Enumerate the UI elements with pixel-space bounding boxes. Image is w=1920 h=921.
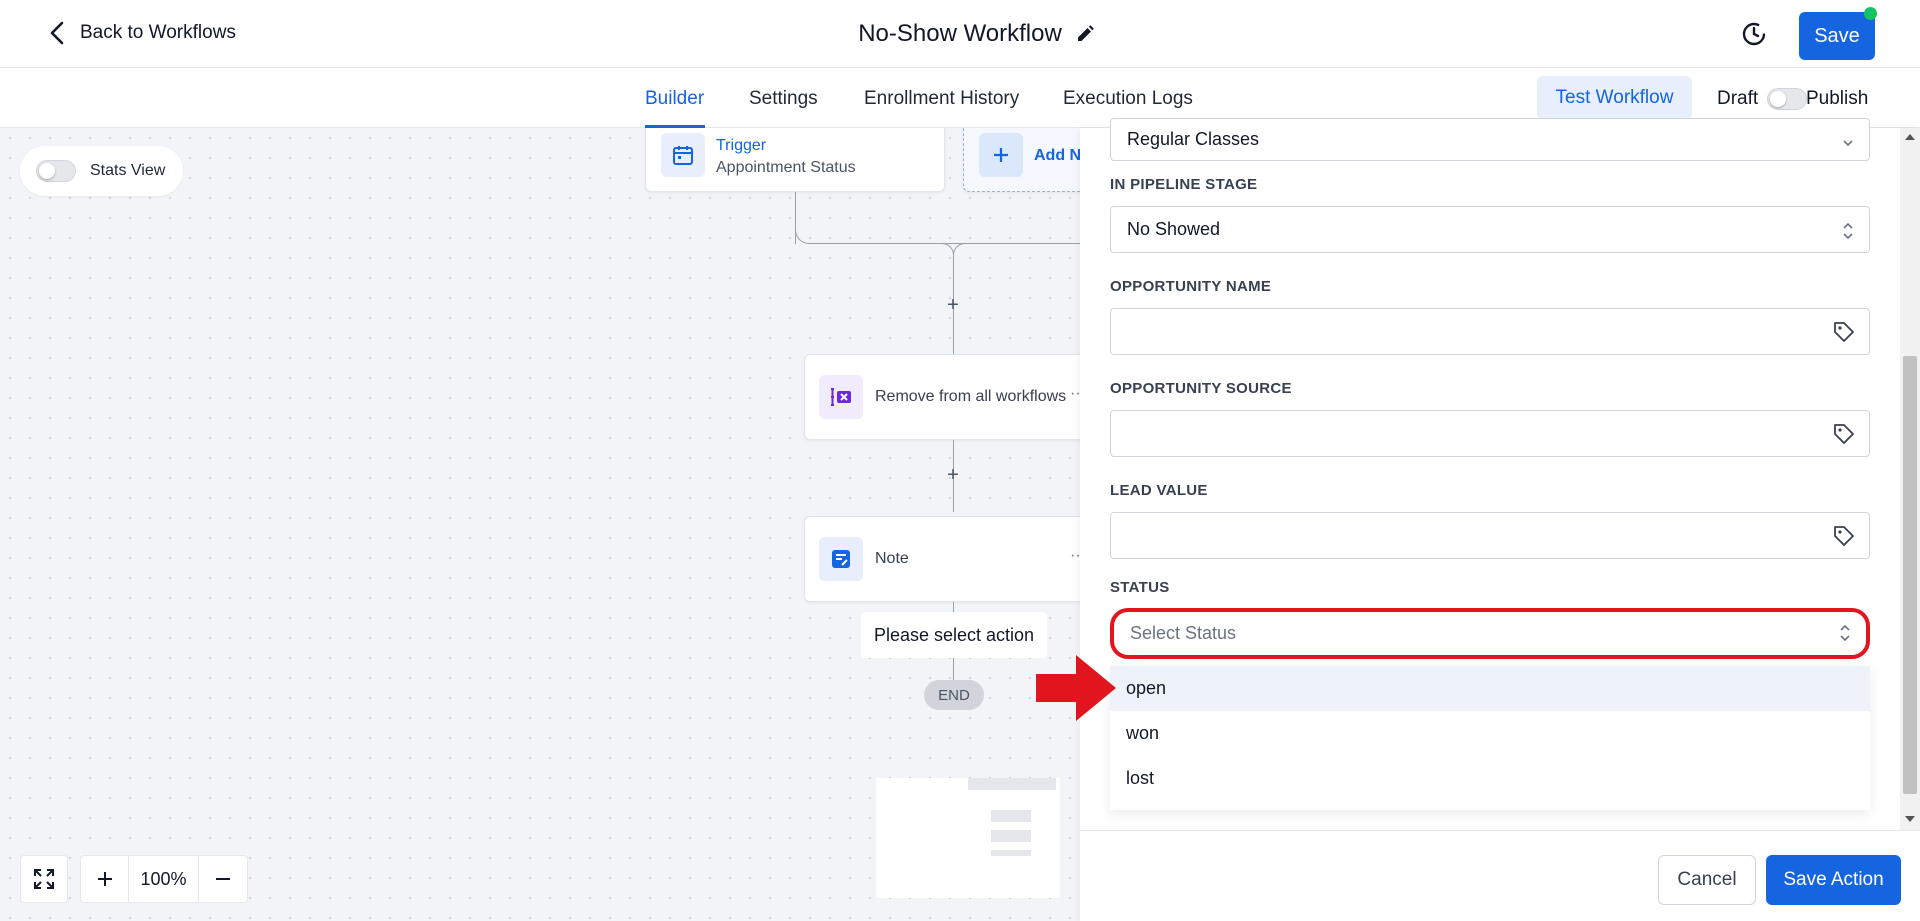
action-node-remove-workflows[interactable]: Remove from all workflows ·· bbox=[804, 354, 1080, 440]
minimap[interactable] bbox=[876, 778, 1060, 898]
status-dropdown-menu: open won lost abandoned bbox=[1110, 666, 1870, 810]
sort-arrows-icon bbox=[1840, 624, 1850, 642]
workflow-title: No-Show Workflow bbox=[858, 20, 1062, 47]
red-arrow-icon bbox=[1036, 655, 1116, 721]
more-options-icon[interactable]: ·· bbox=[1070, 385, 1080, 403]
scroll-up-icon[interactable] bbox=[1905, 134, 1915, 140]
action-icon-box bbox=[819, 375, 863, 419]
trigger-node[interactable]: Trigger Appointment Status bbox=[645, 128, 945, 192]
tag-icon[interactable] bbox=[1833, 423, 1855, 445]
minus-icon bbox=[216, 878, 230, 880]
save-action-button[interactable]: Save Action bbox=[1766, 855, 1901, 905]
zoom-controls: 100% bbox=[80, 855, 248, 903]
scroll-down-icon[interactable] bbox=[1905, 816, 1915, 822]
minimap-block bbox=[968, 778, 1056, 790]
plus-icon bbox=[97, 872, 112, 886]
status-option-lost[interactable]: lost bbox=[1110, 756, 1870, 801]
plus-icon bbox=[994, 148, 1008, 162]
chevron-down-icon bbox=[1843, 140, 1853, 147]
trigger-title: Trigger bbox=[716, 137, 767, 154]
tag-icon[interactable] bbox=[1833, 525, 1855, 547]
tag-icon[interactable] bbox=[1833, 321, 1855, 343]
connector-merge bbox=[953, 243, 969, 259]
back-label: Back to Workflows bbox=[80, 22, 236, 43]
status-option-won[interactable]: won bbox=[1110, 711, 1870, 756]
cancel-button[interactable]: Cancel bbox=[1658, 855, 1756, 905]
publish-toggle[interactable] bbox=[1767, 88, 1807, 110]
tab-enrollment-history[interactable]: Enrollment History bbox=[864, 88, 1019, 110]
remove-workflow-icon bbox=[831, 388, 851, 406]
add-step-plus-icon[interactable]: + bbox=[943, 464, 963, 487]
status-option-abandoned[interactable]: abandoned bbox=[1110, 801, 1870, 810]
action-node-note[interactable]: Note ·· bbox=[804, 516, 1080, 602]
status-placeholder: Select Status bbox=[1130, 623, 1237, 643]
action-settings-panel: Regular Classes IN PIPELINE STAGE No Sho… bbox=[1080, 118, 1920, 921]
pipeline-stage-select[interactable]: No Showed bbox=[1110, 206, 1870, 253]
tab-builder[interactable]: Builder bbox=[645, 88, 704, 110]
pipeline-stage-label: IN PIPELINE STAGE bbox=[1110, 176, 1258, 193]
minimap-block bbox=[991, 810, 1031, 822]
draft-label: Draft bbox=[1717, 88, 1759, 109]
pipeline-select[interactable]: Regular Classes bbox=[1110, 118, 1870, 161]
connector-merge bbox=[938, 243, 954, 259]
tab-settings[interactable]: Settings bbox=[749, 88, 818, 110]
pipeline-stage-value: No Showed bbox=[1127, 219, 1221, 239]
note-icon bbox=[832, 550, 850, 568]
expand-icon bbox=[34, 869, 54, 889]
panel-scrollbar[interactable] bbox=[1900, 128, 1920, 830]
stats-view-toggle[interactable] bbox=[36, 160, 76, 182]
add-icon-box bbox=[979, 133, 1023, 177]
opportunity-source-label: OPPORTUNITY SOURCE bbox=[1110, 380, 1292, 397]
history-icon[interactable] bbox=[1741, 21, 1767, 47]
action-label: Remove from all workflows bbox=[875, 388, 1067, 405]
opportunity-name-input[interactable] bbox=[1110, 308, 1870, 355]
panel-footer: Cancel Save Action bbox=[1080, 830, 1920, 921]
workflow-canvas[interactable]: Stats View Trigger Appointment Status Ad… bbox=[0, 128, 1080, 921]
select-action-prompt[interactable]: Please select action bbox=[861, 612, 1047, 658]
fit-view-button[interactable] bbox=[20, 855, 68, 903]
trigger-icon-box bbox=[661, 133, 705, 177]
zoom-in-button[interactable] bbox=[81, 856, 129, 902]
action-icon-box bbox=[819, 537, 863, 581]
connector-branch bbox=[953, 243, 1080, 244]
save-button[interactable]: Save bbox=[1799, 12, 1875, 60]
end-badge: END bbox=[924, 680, 984, 710]
zoom-level: 100% bbox=[129, 856, 199, 902]
sort-arrows-icon bbox=[1843, 222, 1853, 240]
tab-execution-logs[interactable]: Execution Logs bbox=[1063, 88, 1193, 110]
status-option-open[interactable]: open bbox=[1110, 666, 1870, 711]
status-select[interactable]: Select Status bbox=[1110, 608, 1870, 659]
more-options-icon[interactable]: ·· bbox=[1070, 547, 1080, 565]
minimap-block bbox=[991, 850, 1031, 856]
opportunity-name-label: OPPORTUNITY NAME bbox=[1110, 278, 1272, 295]
add-step-plus-icon[interactable]: + bbox=[943, 294, 963, 317]
publish-label: Publish bbox=[1806, 88, 1869, 109]
minimap-block bbox=[991, 830, 1031, 842]
connector-curve-left bbox=[795, 214, 955, 244]
toggle-knob bbox=[1770, 91, 1786, 107]
zoom-out-button[interactable] bbox=[199, 856, 247, 902]
trigger-subtitle: Appointment Status bbox=[716, 159, 856, 176]
chevron-left-icon bbox=[50, 21, 64, 45]
top-header: Back to Workflows No-Show Workflow Save bbox=[0, 0, 1920, 68]
add-new-trigger-node[interactable]: Add N bbox=[963, 128, 1080, 192]
stats-view-control: Stats View bbox=[20, 146, 183, 196]
opportunity-source-input[interactable] bbox=[1110, 410, 1870, 457]
pencil-icon[interactable] bbox=[1075, 24, 1095, 44]
test-workflow-button[interactable]: Test Workflow bbox=[1537, 76, 1692, 120]
stats-view-label: Stats View bbox=[90, 162, 166, 179]
status-label: STATUS bbox=[1110, 579, 1170, 596]
lead-value-label: LEAD VALUE bbox=[1110, 482, 1208, 499]
lead-value-input[interactable] bbox=[1110, 512, 1870, 559]
add-new-trigger-label: Add N bbox=[1034, 147, 1080, 164]
pipeline-value: Regular Classes bbox=[1127, 129, 1260, 149]
calendar-icon bbox=[673, 146, 693, 165]
scroll-thumb[interactable] bbox=[1903, 356, 1917, 794]
action-label: Note bbox=[875, 550, 909, 567]
toggle-knob bbox=[39, 163, 55, 179]
back-to-workflows-link[interactable]: Back to Workflows bbox=[48, 20, 236, 46]
status-dot bbox=[1864, 7, 1877, 20]
